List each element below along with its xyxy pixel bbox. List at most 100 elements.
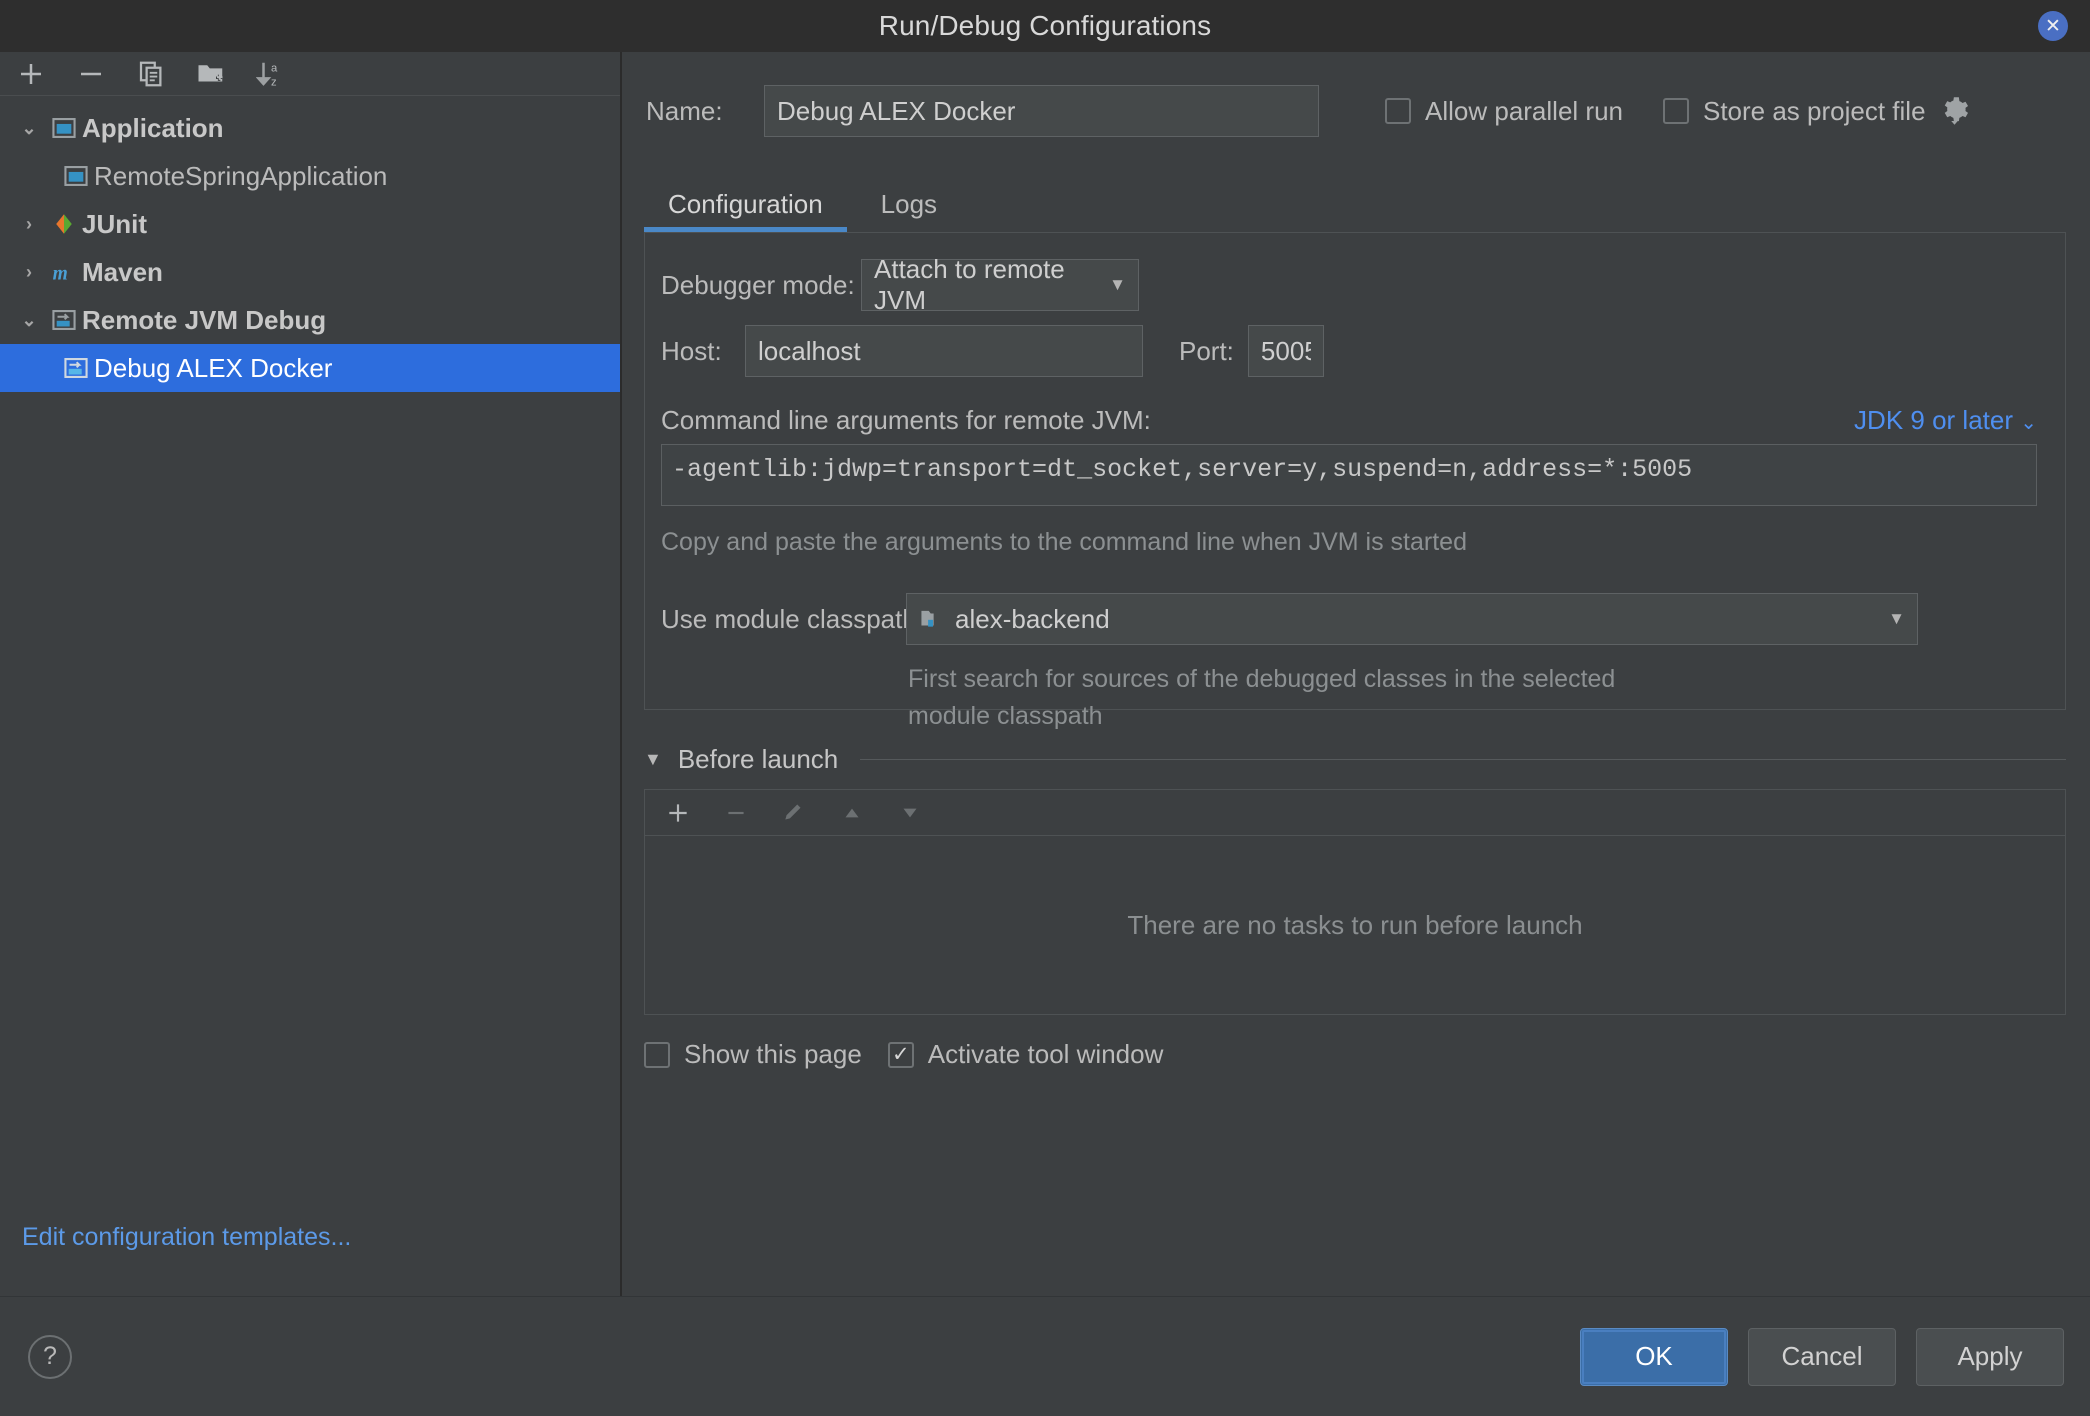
activate-tool-window-checkbox[interactable]: Activate tool window <box>887 1039 1164 1070</box>
add-task-button[interactable] <box>661 796 695 830</box>
debugger-mode-value: Attach to remote JVM <box>874 254 1065 315</box>
name-input[interactable] <box>764 85 1319 137</box>
edit-task-button[interactable] <box>777 796 811 830</box>
show-this-page-checkbox[interactable]: Show this page <box>644 1039 862 1070</box>
application-icon <box>58 163 94 189</box>
gear-icon[interactable] <box>1940 96 1970 126</box>
tab-configuration[interactable]: Configuration <box>644 189 847 232</box>
store-as-project-file-checkbox[interactable]: Store as project file <box>1662 95 1926 127</box>
checkbox-box <box>1385 98 1411 124</box>
args-header-row: Command line arguments for remote JVM: J… <box>661 405 2037 436</box>
store-as-project-file-label: Store as project file <box>1702 95 1926 126</box>
remote-debug-icon <box>58 355 94 381</box>
svg-text:m: m <box>53 263 68 284</box>
new-folder-button[interactable] <box>192 55 230 93</box>
before-launch-header: ▼ Before launch <box>644 744 2066 775</box>
launch-options-row: Show this page Activate tool window <box>644 1039 2090 1070</box>
dialog-title: Run/Debug Configurations <box>878 10 1212 41</box>
chevron-down-icon[interactable]: ▼ <box>644 749 662 770</box>
junit-icon <box>46 211 82 237</box>
tree-item-label: RemoteSpringApplication <box>94 160 388 191</box>
checkbox-box <box>887 1041 914 1068</box>
move-task-down-button[interactable] <box>893 796 927 830</box>
move-task-up-button[interactable] <box>835 796 869 830</box>
dialog-footer: ? OK Cancel Apply <box>0 1296 2090 1416</box>
copy-configuration-button[interactable] <box>132 55 170 93</box>
svg-text:z: z <box>271 76 277 88</box>
edit-configuration-templates-link[interactable]: Edit configuration templates... <box>22 1223 351 1252</box>
jdk-version-value: JDK 9 or later <box>1854 405 2013 435</box>
close-icon[interactable]: ✕ <box>2038 11 2068 41</box>
svg-text:a: a <box>271 62 278 74</box>
host-input[interactable] <box>745 325 1143 377</box>
remove-configuration-button[interactable] <box>72 55 110 93</box>
before-launch-title: Before launch <box>677 744 839 774</box>
show-this-page-label: Show this page <box>684 1039 862 1069</box>
tree-item-label: JUnit <box>82 208 147 239</box>
add-configuration-button[interactable] <box>12 55 50 93</box>
tree-item-junit[interactable]: › JUnit <box>0 200 620 248</box>
sort-alphabetically-button[interactable]: a z <box>252 55 290 93</box>
help-button[interactable]: ? <box>28 1334 72 1379</box>
tree-item-remote-jvm-debug[interactable]: ⌄ Remote JVM Debug <box>0 296 620 344</box>
debugger-mode-row: Debugger mode: Attach to remote JVM ▼ <box>661 254 2065 315</box>
allow-parallel-run-checkbox[interactable]: Allow parallel run <box>1385 96 1623 127</box>
application-icon <box>46 115 82 141</box>
dialog-titlebar: Run/Debug Configurations ✕ <box>0 0 2090 52</box>
dialog-body: a z ⌄ Application RemoteSpringApplicatio… <box>0 52 2090 1296</box>
configuration-editor-pane: Name: Allow parallel run Store as projec… <box>622 52 2090 1296</box>
remove-task-button[interactable] <box>719 796 753 830</box>
tree-item-label: Application <box>82 112 224 143</box>
cancel-button[interactable]: Cancel <box>1748 1327 1896 1386</box>
command-line-arguments-hint: Copy and paste the arguments to the comm… <box>661 528 1467 556</box>
chevron-right-icon[interactable]: › <box>12 262 46 283</box>
apply-button[interactable]: Apply <box>1916 1327 2064 1386</box>
remote-debug-icon <box>46 307 82 333</box>
tree-item-remotespringapplication[interactable]: RemoteSpringApplication <box>0 152 620 200</box>
ok-button[interactable]: OK <box>1580 1327 1728 1386</box>
debugger-mode-select[interactable]: Attach to remote JVM ▼ <box>861 254 1139 315</box>
module-classpath-hint-line-1: First search for sources of the debugged… <box>908 665 1616 693</box>
command-line-arguments-textarea[interactable]: -agentlib:jdwp=transport=dt_socket,serve… <box>661 444 2037 506</box>
allow-parallel-run-label: Allow parallel run <box>1425 95 1623 126</box>
chevron-down-icon[interactable]: ⌄ <box>12 118 46 139</box>
sidebar-toolbar: a z <box>0 52 620 96</box>
tree-item-label: Remote JVM Debug <box>82 304 327 335</box>
tree-item-application[interactable]: ⌄ Application <box>0 104 620 152</box>
activate-tool-window-label: Activate tool window <box>927 1039 1164 1069</box>
chevron-down-icon: ▼ <box>1109 275 1126 294</box>
chevron-down-icon[interactable]: ⌄ <box>12 310 46 331</box>
tab-logs[interactable]: Logs <box>857 189 961 232</box>
debugger-mode-label: Debugger mode: <box>661 269 855 300</box>
module-classpath-hint-line-2: module classpath <box>908 702 1103 730</box>
tree-item-debug-alex-docker[interactable]: Debug ALEX Docker <box>0 344 620 392</box>
section-divider <box>860 759 2066 760</box>
name-row: Name: Allow parallel run Store as projec… <box>646 84 2090 138</box>
jdk-version-selector[interactable]: JDK 9 or later ⌄ <box>1854 405 2037 436</box>
run-debug-configurations-dialog: Run/Debug Configurations ✕ a z ⌄ Applica… <box>0 0 2090 1416</box>
name-label: Name: <box>646 95 723 126</box>
host-label: Host: <box>661 335 722 366</box>
tree-item-label: Debug ALEX Docker <box>94 352 333 383</box>
module-folder-icon <box>919 606 945 632</box>
checkbox-box <box>644 1041 670 1068</box>
module-classpath-row: Use module classpath: alex-backend ▼ <box>661 593 2065 645</box>
module-classpath-label: Use module classpath: <box>661 603 925 634</box>
configurations-sidebar: a z ⌄ Application RemoteSpringApplicatio… <box>0 52 622 1296</box>
checkbox-box <box>1662 98 1689 124</box>
host-port-row: Host: Port: <box>661 325 2065 377</box>
tree-item-maven[interactable]: › m Maven <box>0 248 620 296</box>
tree-item-label: Maven <box>82 256 163 287</box>
chevron-right-icon[interactable]: › <box>12 214 46 235</box>
port-label: Port: <box>1179 335 1234 366</box>
module-classpath-value: alex-backend <box>955 603 1110 634</box>
before-launch-panel: There are no tasks to run before launch <box>644 789 2066 1015</box>
configurations-tree: ⌄ Application RemoteSpringApplication › … <box>0 96 620 392</box>
module-classpath-select[interactable]: alex-backend ▼ <box>906 593 1918 645</box>
editor-tabs: Configuration Logs <box>644 178 2090 232</box>
before-launch-empty-message: There are no tasks to run before launch <box>1127 909 1583 940</box>
configuration-tab-panel: Debugger mode: Attach to remote JVM ▼ Ho… <box>644 232 2066 730</box>
dialog-action-buttons: OK Cancel Apply <box>1580 1327 2064 1386</box>
chevron-down-icon: ⌄ <box>2020 412 2037 434</box>
port-input[interactable] <box>1247 325 1324 377</box>
